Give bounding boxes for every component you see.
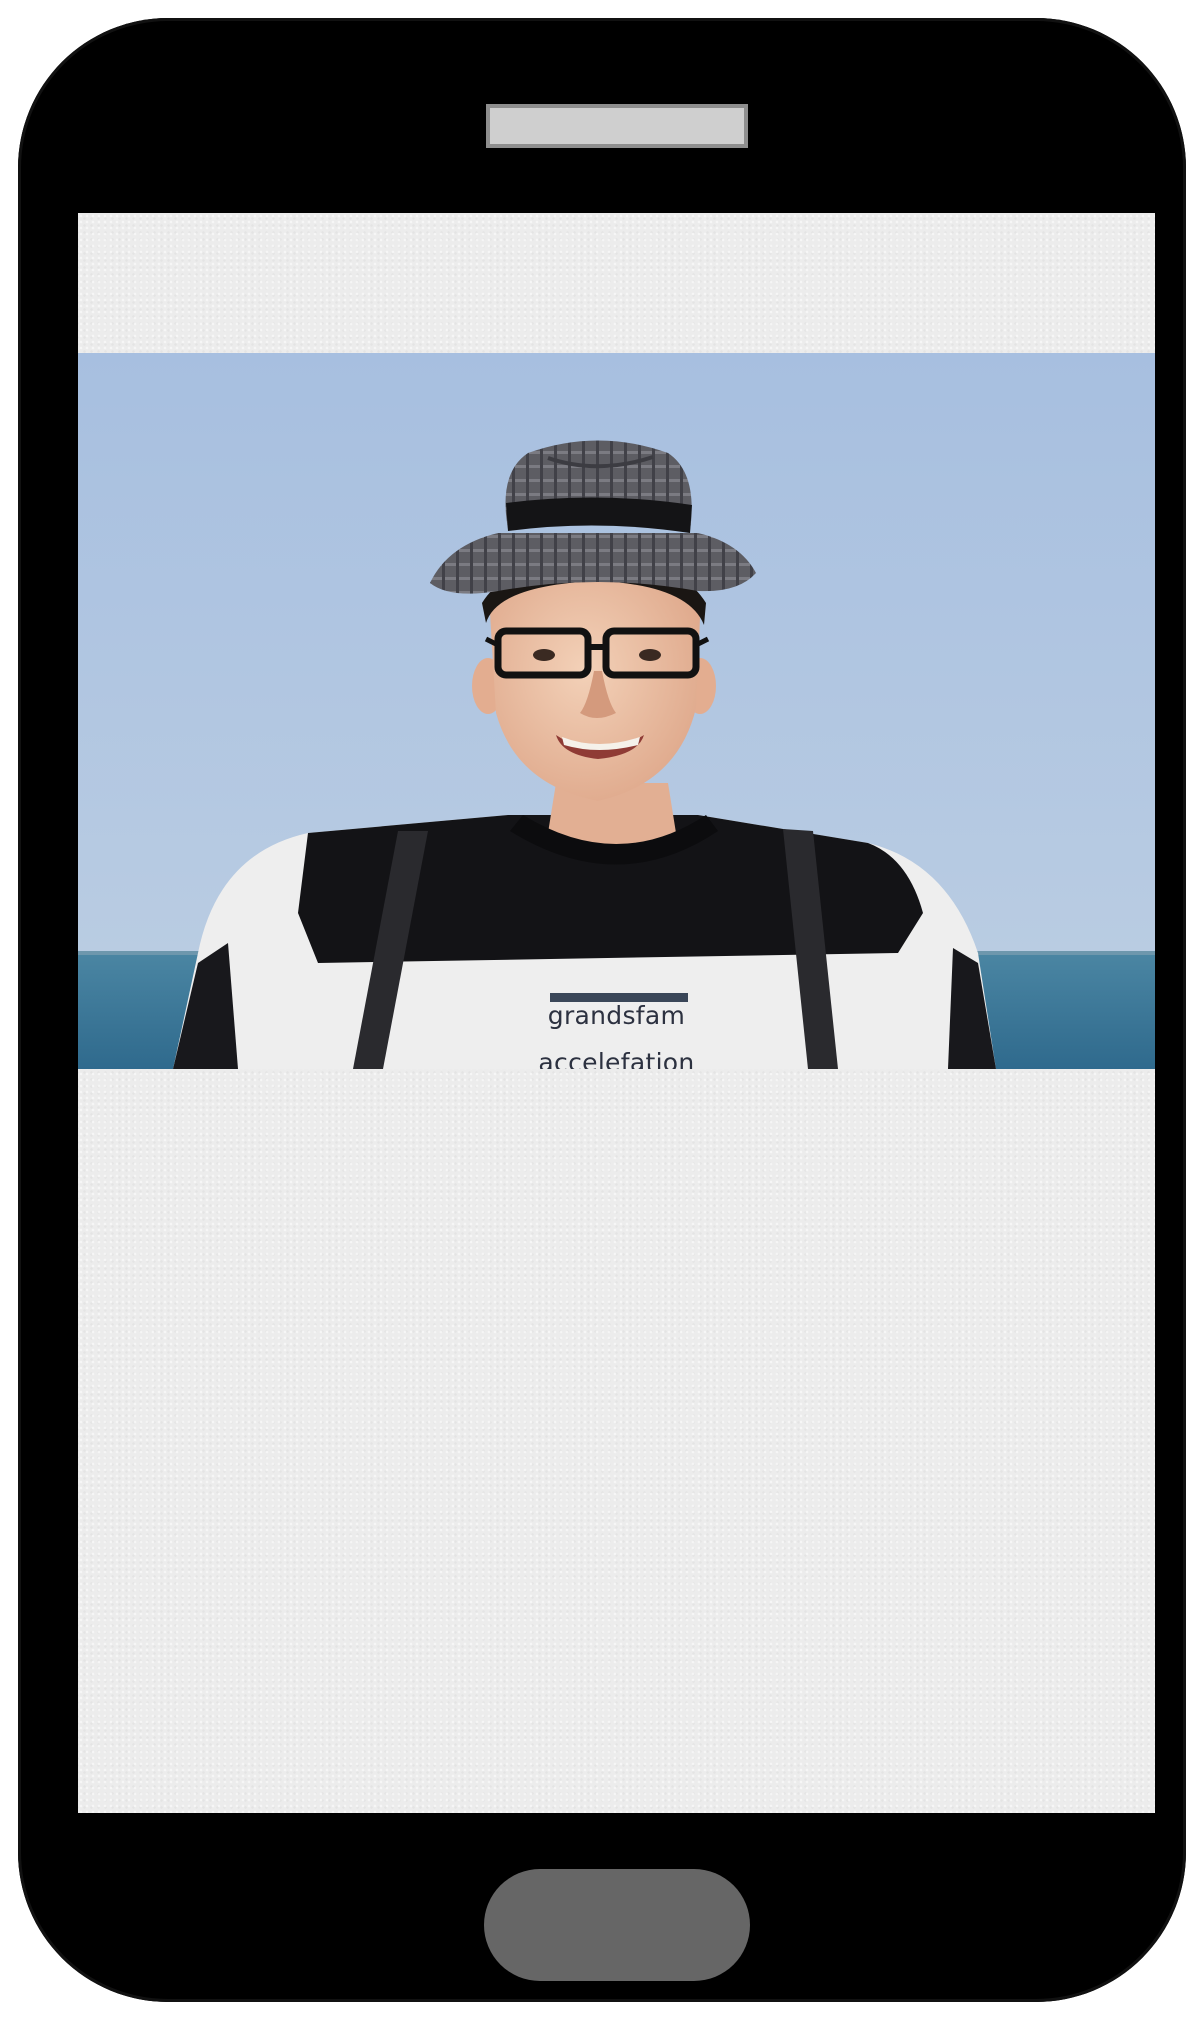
phone-frame: grandsfam accelefation [18, 18, 1186, 2002]
portrait-photo: grandsfam accelefation [78, 353, 1155, 1069]
phone-screen: grandsfam accelefation [78, 213, 1155, 1813]
shirt-text-line2: accelefation [538, 1048, 695, 1069]
shirt-text-line1: grandsfam [547, 1001, 686, 1030]
home-button[interactable] [484, 1869, 750, 1981]
earpiece-speaker [486, 104, 748, 148]
